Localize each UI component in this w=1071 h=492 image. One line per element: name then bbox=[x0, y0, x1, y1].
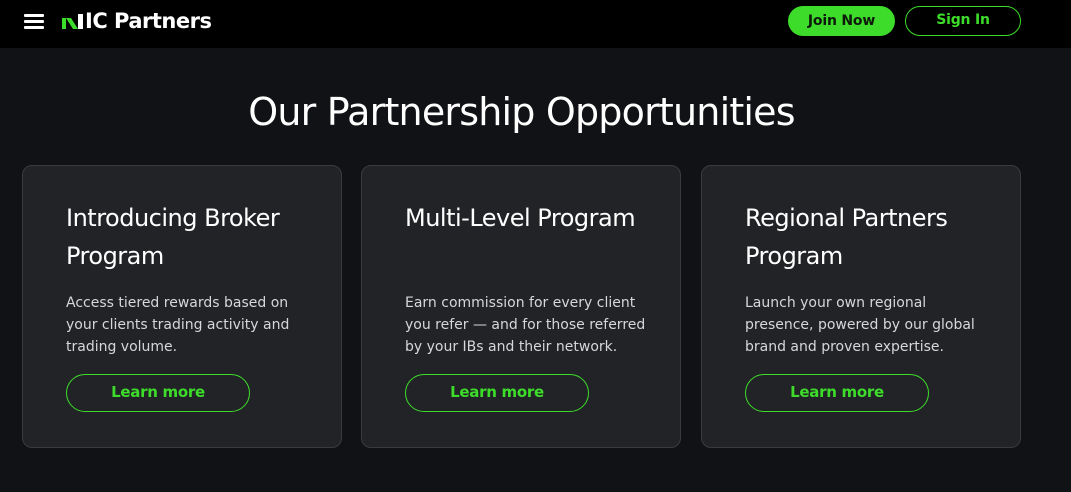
card-description: Earn commission for every client you ref… bbox=[405, 295, 646, 355]
card-title: Multi-Level Program bbox=[405, 204, 636, 232]
card-multi-level: Multi-Level Program Earn commission for … bbox=[361, 165, 681, 448]
join-now-button[interactable]: Join Now bbox=[788, 6, 895, 36]
card-description: Launch your own regional presence, power… bbox=[745, 295, 975, 355]
learn-more-button[interactable]: Learn more bbox=[745, 374, 929, 412]
logo-text: IC Partners bbox=[85, 9, 212, 33]
card-introducing-broker: Introducing Broker Program Access tiered… bbox=[22, 165, 342, 448]
card-description: Access tiered rewards based on your clie… bbox=[66, 295, 290, 355]
card-regional-partners: Regional Partners Program Launch your ow… bbox=[701, 165, 1021, 448]
card-title: Introducing Broker Program bbox=[66, 204, 280, 270]
learn-more-button[interactable]: Learn more bbox=[405, 374, 589, 412]
sign-in-button[interactable]: Sign In bbox=[905, 6, 1021, 36]
card-title: Regional Partners Program bbox=[745, 204, 948, 270]
brand-logo[interactable]: IC Partners bbox=[62, 8, 212, 34]
logo-mark-icon bbox=[62, 14, 83, 29]
hamburger-menu-icon[interactable] bbox=[24, 11, 46, 31]
section-title: Our Partnership Opportunities bbox=[248, 90, 795, 134]
learn-more-button[interactable]: Learn more bbox=[66, 374, 250, 412]
top-navbar: IC Partners Join Now Sign In bbox=[0, 0, 1071, 48]
